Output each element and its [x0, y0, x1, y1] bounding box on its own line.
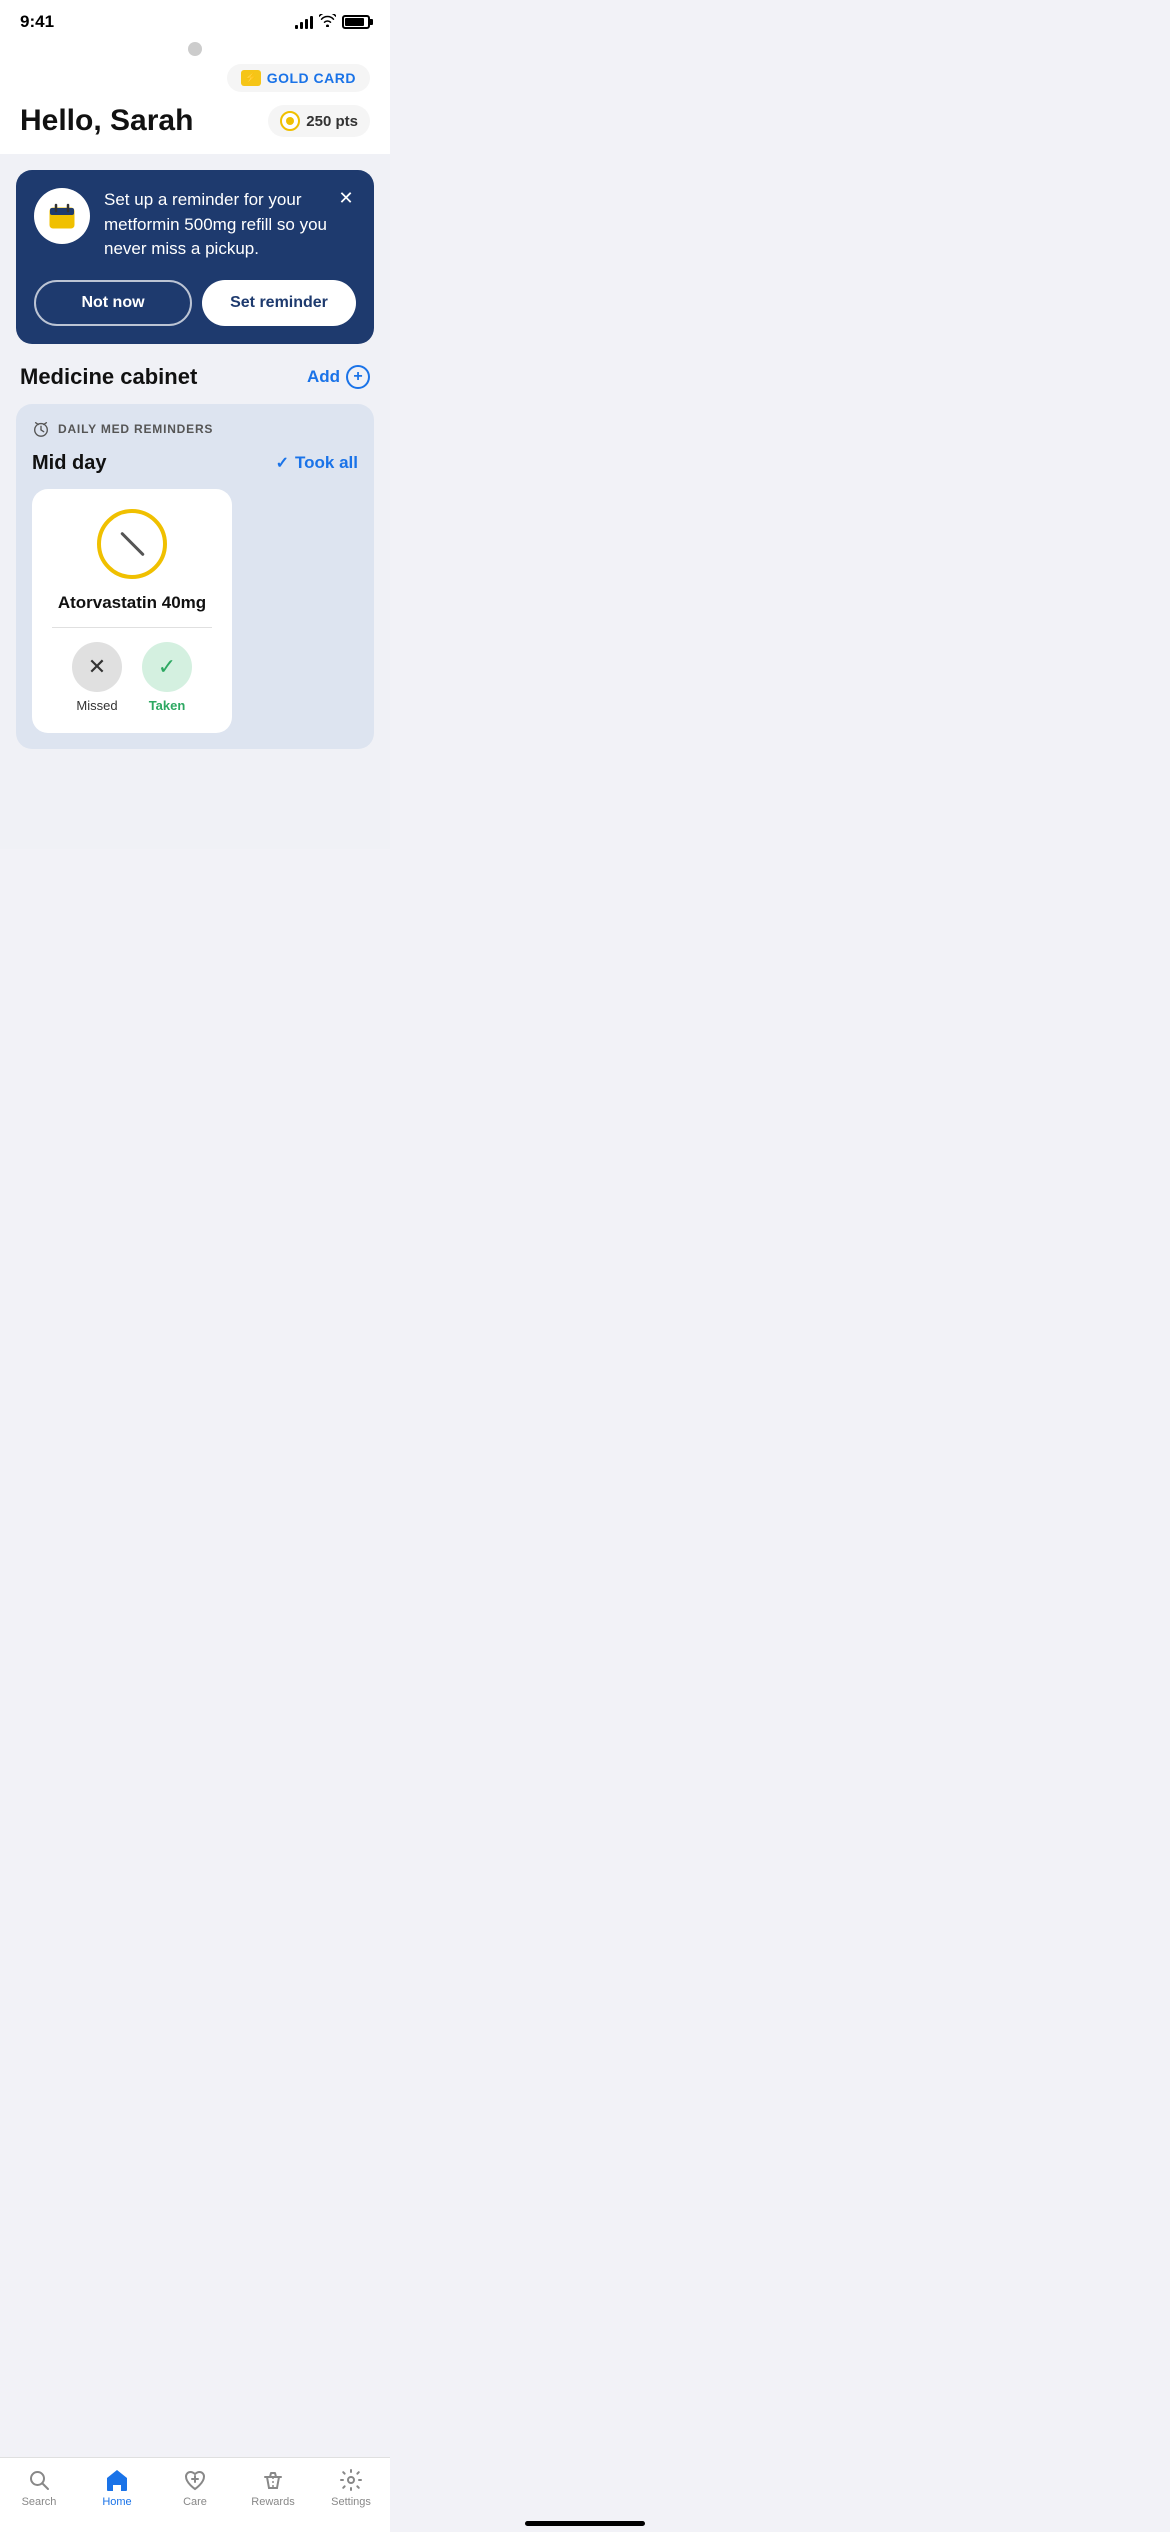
search-icon: [27, 2468, 51, 2492]
medicine-cabinet-title: Medicine cabinet: [20, 364, 197, 390]
reminder-message: Set up a reminder for your metformin 500…: [104, 188, 356, 262]
greeting-row: Hello, Sarah 250 pts: [20, 104, 370, 138]
home-indicator: [525, 2521, 645, 2526]
time-of-day: Mid day: [32, 452, 106, 475]
medicine-cabinet-header: Medicine cabinet Add +: [16, 364, 374, 390]
add-circle-icon: +: [346, 365, 370, 389]
status-time: 9:41: [20, 12, 54, 32]
rewards-nav-label: Rewards: [251, 2496, 294, 2508]
alarm-icon: [32, 420, 50, 438]
points-badge: 250 pts: [268, 105, 370, 137]
status-bar: 9:41: [0, 0, 390, 36]
status-icons: [295, 14, 370, 30]
add-medicine-button[interactable]: Add +: [307, 365, 370, 389]
medicine-actions: ✕ Missed ✓ Taken: [72, 642, 192, 713]
home-icon: [104, 2468, 130, 2492]
reminder-body: Set up a reminder for your metformin 500…: [34, 188, 356, 262]
not-now-button[interactable]: Not now: [34, 280, 192, 326]
settings-icon: [339, 2468, 363, 2492]
search-nav-label: Search: [22, 2496, 57, 2508]
gold-card-icon: [241, 70, 261, 86]
medicine-card[interactable]: Atorvastatin 40mg ✕ Missed ✓ Taken: [32, 489, 232, 733]
reminder-close-button[interactable]: ✕: [332, 184, 360, 212]
points-value: 250 pts: [306, 113, 358, 130]
daily-reminders-label: DAILY MED REMINDERS: [58, 422, 213, 436]
care-nav-label: Care: [183, 2496, 207, 2508]
taken-button[interactable]: ✓ Taken: [142, 642, 192, 713]
missed-label: Missed: [76, 698, 117, 713]
nav-rewards[interactable]: Rewards: [243, 2468, 303, 2508]
wifi-icon: [319, 14, 336, 30]
taken-circle: ✓: [142, 642, 192, 692]
face-id-indicator: [188, 42, 202, 56]
reminder-actions: Not now Set reminder: [34, 280, 356, 326]
mid-day-row: Mid day ✓ Took all: [32, 452, 358, 475]
signal-icon: [295, 15, 313, 29]
reminder-card: ✕ Set up a reminder for your metformin 5…: [16, 170, 374, 344]
missed-circle: ✕: [72, 642, 122, 692]
took-all-indicator: ✓ Took all: [276, 453, 358, 473]
battery-icon: [342, 15, 370, 29]
medicine-name: Atorvastatin 40mg: [58, 593, 206, 613]
set-reminder-button[interactable]: Set reminder: [202, 280, 356, 326]
nav-settings[interactable]: Settings: [321, 2468, 381, 2508]
points-icon: [280, 111, 300, 131]
med-reminders-section: DAILY MED REMINDERS Mid day ✓ Took all A…: [16, 404, 374, 749]
medicine-divider: [52, 627, 212, 628]
gold-card-label: GOLD CARD: [267, 70, 356, 86]
home-nav-label: Home: [102, 2496, 131, 2508]
nav-home[interactable]: Home: [87, 2468, 147, 2508]
medicine-icon: [97, 509, 167, 579]
greeting-text: Hello, Sarah: [20, 104, 193, 138]
nav-search[interactable]: Search: [9, 2468, 69, 2508]
rewards-icon: [261, 2468, 285, 2492]
reminder-icon: [34, 188, 90, 244]
gold-card-button[interactable]: GOLD CARD: [227, 64, 370, 92]
checkmark-icon: ✓: [276, 453, 289, 473]
content-area: ✕ Set up a reminder for your metformin 5…: [0, 154, 390, 849]
reminders-header: DAILY MED REMINDERS: [32, 420, 358, 438]
nav-care[interactable]: Care: [165, 2468, 225, 2508]
took-all-label: Took all: [295, 453, 358, 473]
missed-button[interactable]: ✕ Missed: [72, 642, 122, 713]
add-label: Add: [307, 367, 340, 387]
settings-nav-label: Settings: [331, 2496, 371, 2508]
care-icon: [183, 2468, 207, 2492]
header-section: GOLD CARD Hello, Sarah 250 pts: [0, 36, 390, 154]
bottom-nav: Search Home Care Rewards Settings: [0, 2457, 390, 2532]
taken-label: Taken: [149, 698, 186, 713]
